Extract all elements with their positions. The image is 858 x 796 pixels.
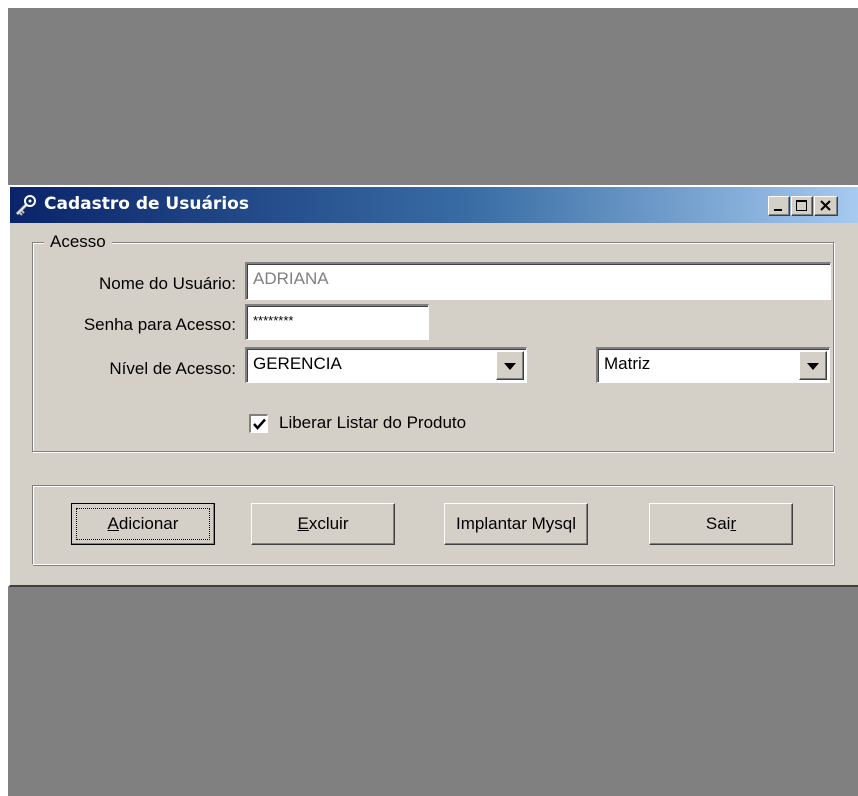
user-name-label: Nome do Usuário: bbox=[98, 274, 236, 293]
delete-button[interactable]: Excluir bbox=[251, 503, 395, 545]
exit-button[interactable]: Sair bbox=[649, 503, 793, 545]
branch-value: Matriz bbox=[604, 354, 651, 373]
minimize-icon bbox=[774, 209, 782, 211]
branch-dropdown-button[interactable] bbox=[799, 351, 827, 380]
access-level-select[interactable]: GERENCIA bbox=[245, 347, 527, 383]
release-product-list-checkbox[interactable] bbox=[249, 414, 268, 433]
maximize-icon bbox=[796, 200, 807, 211]
window-title: Cadastro de Usuários bbox=[44, 194, 249, 214]
delete-button-label: Excluir bbox=[297, 514, 349, 533]
access-level-dropdown-button[interactable] bbox=[496, 351, 524, 380]
close-icon bbox=[820, 200, 831, 211]
deploy-mysql-button-label: Implantar Mysql bbox=[456, 514, 576, 533]
checkmark-icon bbox=[253, 418, 266, 430]
focus-rectangle bbox=[76, 508, 210, 540]
branch-select[interactable]: Matriz bbox=[596, 347, 830, 383]
exit-button-label: Sair bbox=[705, 514, 737, 533]
access-level-label: Nível de Acesso: bbox=[109, 359, 236, 378]
title-bar[interactable]: Cadastro de Usuários bbox=[10, 187, 858, 223]
release-product-list-label[interactable]: Liberar Listar do Produto bbox=[279, 413, 466, 433]
access-group-legend: Acesso bbox=[44, 232, 112, 252]
close-button[interactable] bbox=[814, 196, 838, 216]
password-field[interactable]: ******** bbox=[245, 304, 429, 340]
chevron-down-icon bbox=[807, 363, 819, 370]
minimize-button[interactable] bbox=[768, 196, 790, 216]
access-level-value: GERENCIA bbox=[253, 354, 342, 373]
maximize-button[interactable] bbox=[791, 196, 813, 216]
add-button[interactable]: Adicionar bbox=[71, 503, 215, 545]
user-registration-window: Cadastro de Usuários Acesso Nome do Usuá… bbox=[8, 185, 858, 587]
chevron-down-icon bbox=[504, 363, 516, 370]
password-label: Senha para Acesso: bbox=[83, 315, 236, 334]
user-name-field[interactable]: ADRIANA bbox=[245, 262, 831, 300]
deploy-mysql-button[interactable]: Implantar Mysql bbox=[444, 503, 588, 545]
key-icon bbox=[15, 195, 36, 216]
